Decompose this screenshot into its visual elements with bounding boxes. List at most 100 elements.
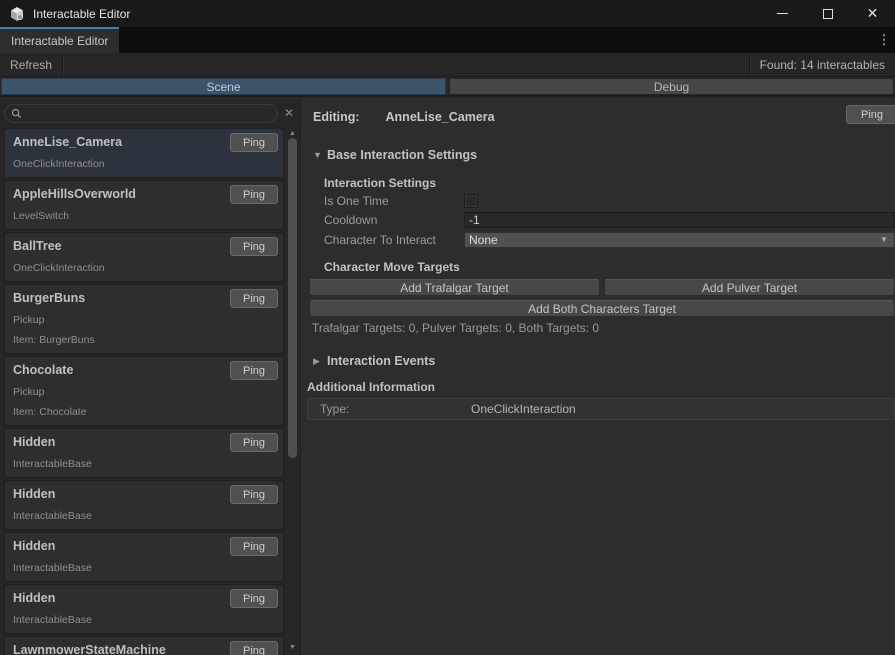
is-one-time-row: Is One Time [301,192,895,209]
foldout-open-icon: ▼ [313,150,327,160]
item-subtitle: Pickup [13,314,275,327]
character-to-interact-row: Character To Interact None ▼ [301,231,895,248]
item-subtitle: InteractableBase [13,510,275,523]
search-box[interactable] [4,104,278,123]
titlebar: Interactable Editor ✕ [0,0,895,27]
scrollbar-thumb[interactable] [288,138,297,458]
editor-tabstrip: Interactable Editor ⋮ [0,27,895,53]
add-both-characters-target-button[interactable]: Add Both Characters Target [309,300,895,317]
type-label: Type: [320,402,349,416]
ping-button[interactable]: Ping [230,361,278,380]
scroll-up-icon[interactable]: ▲ [286,128,299,138]
search-icon [11,108,22,119]
window-title: Interactable Editor [33,7,130,21]
list-item[interactable]: LawnmowerStateMachine OneClickInteractio… [4,636,284,655]
list-item[interactable]: Hidden InteractableBase Ping [4,428,284,478]
list-item[interactable]: AppleHillsOverworld LevelSwitch Ping [4,180,284,230]
maximize-icon[interactable] [805,0,850,27]
is-one-time-label: Is One Time [324,194,389,208]
ping-button[interactable]: Ping [230,133,278,152]
item-lines: OneClickInteraction [13,158,275,171]
tab-interactable-editor[interactable]: Interactable Editor [0,27,119,53]
tab-scene[interactable]: Scene [1,78,446,95]
interaction-settings-header: Interaction Settings [301,176,895,190]
ping-button[interactable]: Ping [230,537,278,556]
item-subtitle: InteractableBase [13,458,275,471]
item-lines: OneClickInteraction [13,262,275,275]
scroll-down-icon[interactable]: ▼ [286,642,299,652]
item-subtitle: OneClickInteraction [13,158,275,171]
item-lines: InteractableBase [13,562,275,575]
item-subtitle: Pickup [13,386,275,399]
foldout-label: Base Interaction Settings [327,148,477,162]
item-lines: Pickup Item: Chocolate [13,386,275,419]
is-one-time-checkbox[interactable] [464,194,478,208]
ping-button[interactable]: Ping [230,589,278,608]
add-pulver-target-button[interactable]: Add Pulver Target [604,279,895,296]
ping-button[interactable]: Ping [230,185,278,204]
list-item[interactable]: Hidden InteractableBase Ping [4,532,284,582]
targets-summary: Trafalgar Targets: 0, Pulver Targets: 0,… [301,321,895,335]
editing-target-name: AnneLise_Camera [386,110,495,124]
item-lines: InteractableBase [13,614,275,627]
editing-header: Editing: AnneLise_Camera [301,107,895,127]
ping-button[interactable]: Ping [230,433,278,452]
type-info-row: Type: OneClickInteraction [307,398,895,420]
search-clear-icon[interactable]: ✕ [281,104,297,122]
item-lines: InteractableBase [13,458,275,471]
ping-button[interactable]: Ping [230,485,278,504]
type-value: OneClickInteraction [471,402,576,416]
add-trafalgar-target-button[interactable]: Add Trafalgar Target [309,279,600,296]
interactable-editor-window: Interactable Editor ✕ Interactable Edito… [0,0,895,655]
content: ✕ AnneLise_Camera OneClickInteraction Pi… [0,99,895,655]
item-lines: LevelSwitch [13,210,275,223]
list-item[interactable]: AnneLise_Camera OneClickInteraction Ping [4,128,284,178]
item-subtitle: Item: Chocolate [13,406,275,419]
dropdown-value: None [469,233,498,247]
list-item[interactable]: Hidden InteractableBase Ping [4,584,284,634]
editing-panel: Editing: AnneLise_Camera Ping ▼ Base Int… [300,99,895,655]
minimize-icon[interactable] [760,0,805,27]
ping-button[interactable]: Ping [230,641,278,655]
cooldown-label: Cooldown [324,213,377,227]
item-subtitle: Item: BurgerBuns [13,334,275,347]
list-item[interactable]: Hidden InteractableBase Ping [4,480,284,530]
list-scrollbar[interactable]: ▲ ▼ [286,127,299,655]
chevron-down-icon: ▼ [880,235,888,244]
ping-button[interactable]: Ping [230,289,278,308]
item-subtitle: InteractableBase [13,614,275,627]
foldout-label: Interaction Events [327,354,435,368]
kebab-menu-icon[interactable]: ⋮ [873,27,895,53]
toolbar: Refresh Found: 14 interactables [0,53,895,77]
close-icon[interactable]: ✕ [850,0,895,27]
item-lines: InteractableBase [13,510,275,523]
item-subtitle: OneClickInteraction [13,262,275,275]
ping-button[interactable]: Ping [230,237,278,256]
character-to-interact-label: Character To Interact [324,233,436,247]
interaction-events-foldout[interactable]: ▶ Interaction Events [301,353,895,369]
app-icon [9,6,25,22]
editing-label: Editing: [313,110,360,124]
search-input[interactable] [26,108,271,120]
tab-debug[interactable]: Debug [449,78,894,95]
character-to-interact-dropdown[interactable]: None ▼ [464,232,895,248]
item-subtitle: LevelSwitch [13,210,275,223]
list-item[interactable]: BurgerBuns PickupItem: BurgerBuns Ping [4,284,284,354]
item-subtitle: InteractableBase [13,562,275,575]
list-item[interactable]: BallTree OneClickInteraction Ping [4,232,284,282]
cooldown-field[interactable]: -1 [464,212,895,228]
item-lines: Pickup Item: BurgerBuns [13,314,275,347]
scene-list-panel: ✕ AnneLise_Camera OneClickInteraction Pi… [0,99,300,655]
search-row: ✕ [0,99,300,127]
foldout-collapsed-icon: ▶ [313,356,327,367]
interactable-list: AnneLise_Camera OneClickInteraction Ping… [0,127,284,655]
ping-button[interactable]: Ping [846,105,895,124]
base-interaction-settings-foldout[interactable]: ▼ Base Interaction Settings [301,147,895,163]
tab-label: Interactable Editor [11,34,108,48]
refresh-button[interactable]: Refresh [0,53,63,76]
list-item[interactable]: Chocolate PickupItem: Chocolate Ping [4,356,284,426]
add-target-buttons: Add Trafalgar Target Add Pulver Target [309,279,895,296]
view-tabs: Scene Debug [0,78,895,97]
found-count-label: Found: 14 interactables [749,53,895,76]
cooldown-row: Cooldown -1 [301,211,895,228]
